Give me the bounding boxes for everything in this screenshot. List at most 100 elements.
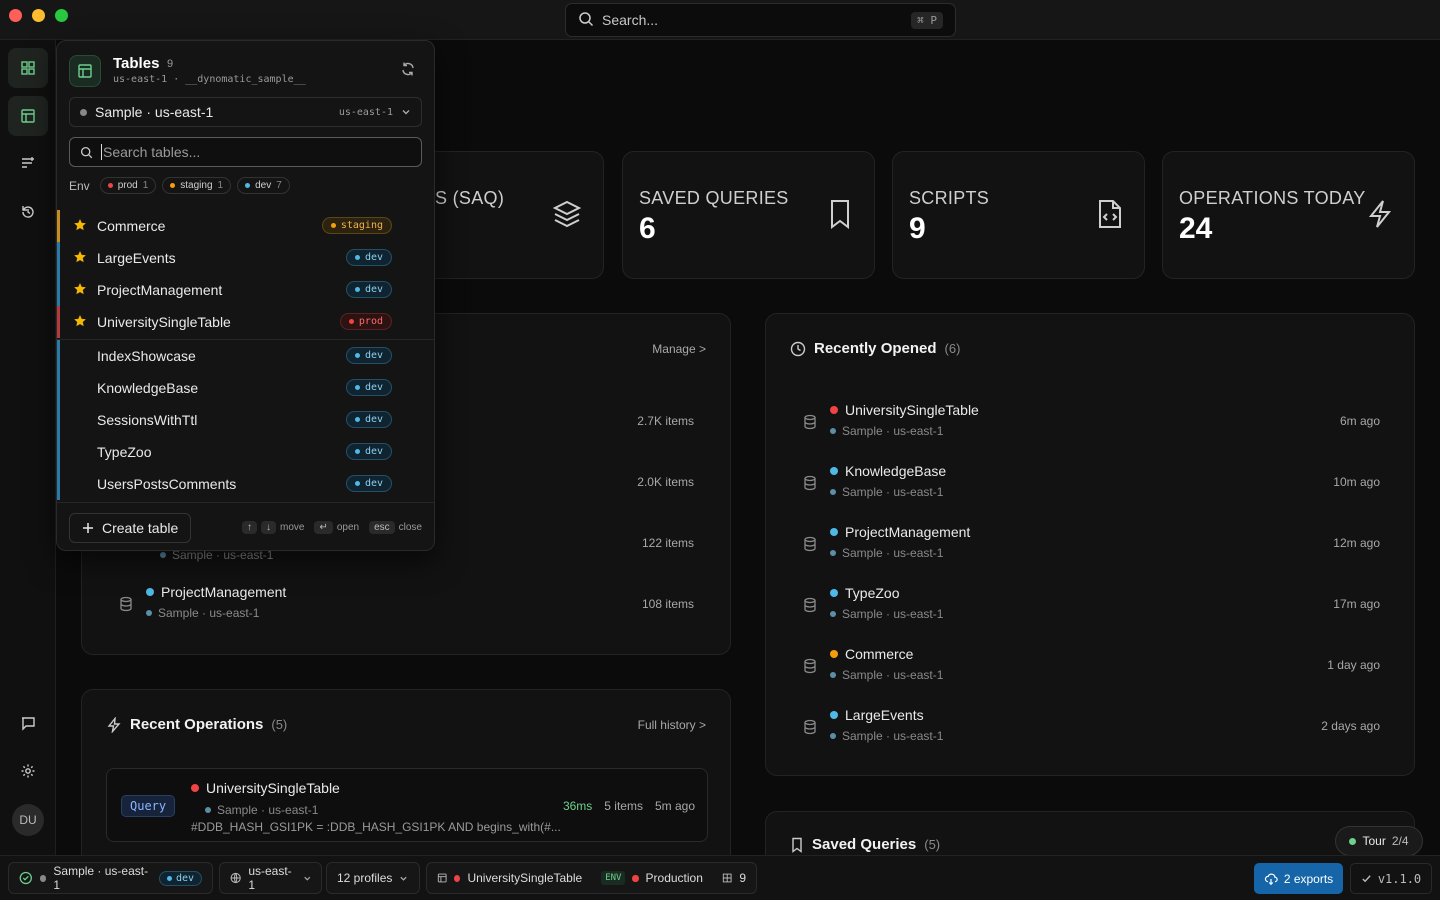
connection-selector[interactable]: Sample · us-east-1 us-east-1 xyxy=(69,97,422,127)
env-dot xyxy=(830,528,838,536)
exports-label: 2 exports xyxy=(1283,871,1334,886)
operation-duration: 36ms xyxy=(562,799,593,813)
refresh-icon[interactable] xyxy=(400,61,416,82)
recent-table-name: KnowledgeBase xyxy=(845,463,947,479)
star-icon[interactable] xyxy=(73,314,87,331)
status-table-name: UniversitySingleTable xyxy=(467,871,583,885)
recent-time: 17m ago xyxy=(1333,597,1380,611)
table-list-item[interactable]: ProjectManagement dev xyxy=(57,274,434,306)
recent-table-sub: Sample · us-east-1 xyxy=(842,607,944,621)
table-list-item[interactable]: LargeEvents dev xyxy=(57,242,434,274)
operation-expression: #DDB_HASH_GSI1PK = :DDB_HASH_GSI1PK AND … xyxy=(191,820,561,834)
star-icon[interactable] xyxy=(73,282,87,299)
table-list-item[interactable]: UniversitySingleTable prod xyxy=(57,306,434,338)
env-dot xyxy=(191,784,199,792)
recent-row[interactable]: LargeEvents Sample · us-east-1 2 days ag… xyxy=(790,707,1380,757)
tables-nav-button[interactable] xyxy=(8,96,48,136)
stat-label: S (SAQ) xyxy=(435,188,505,208)
table-row[interactable]: ProjectManagement Sample · us-east-1 xyxy=(106,584,696,634)
table-list-item[interactable]: Commerce staging xyxy=(57,210,434,242)
status-profiles-selector[interactable]: 12 profiles xyxy=(326,862,420,894)
table-search-input[interactable]: Search tables... xyxy=(69,137,422,167)
status-region-selector[interactable]: us-east-1 xyxy=(219,862,322,894)
tour-button[interactable]: Tour 2/4 xyxy=(1335,826,1423,856)
table-name: ProjectManagement xyxy=(161,584,287,600)
title-bar: Search... ⌘ P xyxy=(0,0,1440,40)
table-list-name: TypeZoo xyxy=(97,444,152,460)
stat-value: 6 xyxy=(639,212,656,245)
star-icon[interactable] xyxy=(73,218,87,235)
search-shortcut: ⌘ P xyxy=(911,11,943,29)
plus-icon xyxy=(83,523,93,533)
version-indicator[interactable]: v1.1.0 xyxy=(1350,863,1432,894)
status-env-name: Production xyxy=(645,871,703,885)
env-badge: dev xyxy=(345,443,392,460)
env-dot xyxy=(146,588,154,596)
env-pill-staging[interactable]: staging 1 xyxy=(162,177,232,194)
recent-row[interactable]: ProjectManagement Sample · us-east-1 12m… xyxy=(790,524,1380,574)
create-table-button[interactable]: Create table xyxy=(69,513,192,543)
env-label: Env xyxy=(69,178,90,193)
search-icon xyxy=(80,146,93,158)
status-connection[interactable]: Sample · us-east-1 dev xyxy=(8,862,213,894)
exports-button[interactable]: 2 exports xyxy=(1254,863,1343,894)
env-dot xyxy=(830,589,838,597)
maximize-window-button[interactable] xyxy=(55,9,68,22)
dashboard-nav-button[interactable] xyxy=(8,48,48,88)
panel-count: (5) xyxy=(924,837,941,852)
table-icon xyxy=(69,55,101,87)
recent-table-sub: Sample · us-east-1 xyxy=(842,485,944,499)
database-icon xyxy=(118,596,134,617)
recent-table-name: Commerce xyxy=(845,646,914,662)
table-item-count: 108 items xyxy=(641,597,694,611)
minimize-window-button[interactable] xyxy=(32,9,45,22)
status-env-badge: dev xyxy=(158,870,202,886)
table-list-item[interactable]: SessionsWithTtl dev xyxy=(57,404,434,436)
table-list-item[interactable]: KnowledgeBase dev xyxy=(57,372,434,404)
recent-row[interactable]: KnowledgeBase Sample · us-east-1 10m ago xyxy=(790,463,1380,513)
stat-card-scripts[interactable]: SCRIPTS 9 xyxy=(892,151,1145,279)
filter-icon xyxy=(22,157,34,168)
env-pill-dev[interactable]: dev 7 xyxy=(237,177,290,194)
history-nav-button[interactable] xyxy=(8,192,48,232)
full-history-link[interactable]: Full history > xyxy=(638,718,706,732)
script-file-icon xyxy=(1096,198,1124,235)
hint-open: open xyxy=(336,522,360,533)
env-dot xyxy=(830,711,838,719)
database-icon xyxy=(802,719,818,740)
left-rail: DU xyxy=(0,40,56,855)
global-search[interactable]: Search... ⌘ P xyxy=(565,3,956,37)
table-item-count: 122 items xyxy=(641,536,694,550)
env-badge: dev xyxy=(345,379,392,396)
status-active-table[interactable]: UniversitySingleTable ENV Production 9 xyxy=(426,862,757,894)
database-icon xyxy=(802,597,818,618)
feedback-nav-button[interactable] xyxy=(8,703,48,743)
dropdown-count: 9 xyxy=(167,58,174,70)
table-list-item[interactable]: IndexShowcase dev xyxy=(57,340,434,372)
connection-name: Sample · us-east-1 xyxy=(95,104,214,120)
recent-operations-panel: Recent Operations (5) Full history > Que… xyxy=(81,689,731,869)
table-list-item[interactable]: TypeZoo dev xyxy=(57,436,434,468)
recent-row[interactable]: Commerce Sample · us-east-1 1 day ago xyxy=(790,646,1380,696)
filters-nav-button[interactable] xyxy=(8,143,48,183)
recent-time: 12m ago xyxy=(1333,536,1380,550)
user-avatar[interactable]: DU xyxy=(12,804,44,836)
recent-row[interactable]: TypeZoo Sample · us-east-1 17m ago xyxy=(790,585,1380,635)
operation-card[interactable]: Query UniversitySingleTable Sample · us-… xyxy=(106,768,708,842)
star-icon[interactable] xyxy=(73,250,87,267)
tables-dropdown: Tables 9 us-east-1 · __dynomatic_sample_… xyxy=(56,40,435,551)
panel-title: Recent Operations xyxy=(130,716,264,733)
stat-card-operations-today[interactable]: OPERATIONS TODAY 24 xyxy=(1162,151,1415,279)
env-pill-prod[interactable]: prod 1 xyxy=(99,177,157,194)
table-search-placeholder: Search tables... xyxy=(101,144,201,160)
manage-tables-link[interactable]: Manage > xyxy=(652,342,706,356)
table-list-item[interactable]: UsersPostsComments dev xyxy=(57,468,434,500)
search-placeholder: Search... xyxy=(602,12,659,28)
recent-row[interactable]: UniversitySingleTable Sample · us-east-1… xyxy=(790,402,1380,452)
search-icon xyxy=(578,11,594,30)
stat-label: SAVED QUERIES xyxy=(639,188,789,208)
close-window-button[interactable] xyxy=(9,9,22,22)
stat-card-saved-queries[interactable]: SAVED QUERIES 6 xyxy=(622,151,875,279)
settings-nav-button[interactable] xyxy=(8,751,48,791)
operation-sub: Sample · us-east-1 xyxy=(217,803,319,817)
